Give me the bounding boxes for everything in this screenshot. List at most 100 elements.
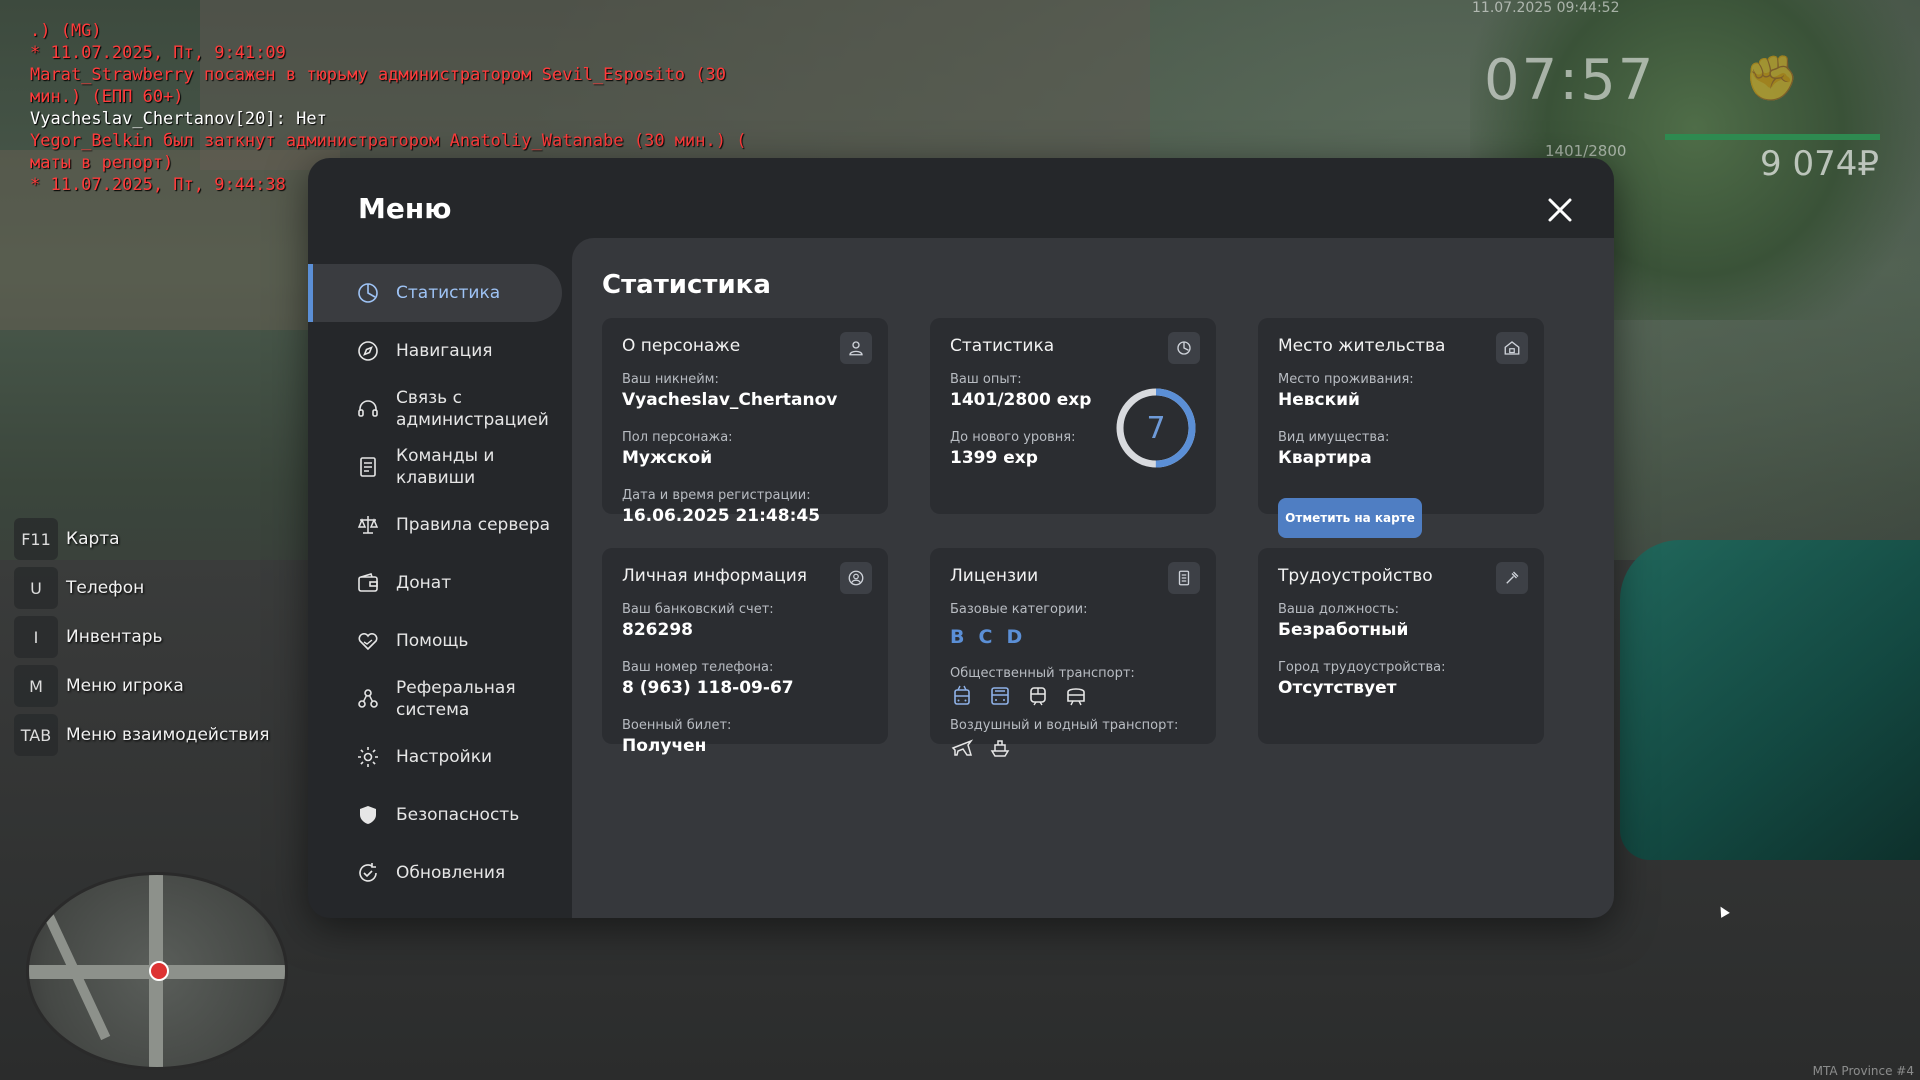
next-level-value: 1399 exp <box>950 448 1038 468</box>
card-stats: Статистика Ваш опыт: 1401/2800 exp До но… <box>930 318 1216 514</box>
menu-window: Меню Статистика Навигация Связь с админи… <box>308 158 1614 918</box>
public-transport-label: Общественный транспорт: <box>950 666 1135 681</box>
sidebar-item-referral[interactable]: Реферальная система <box>308 670 562 728</box>
player-blip-icon <box>149 961 169 981</box>
sidebar-item-security[interactable]: Безопасность <box>308 786 562 844</box>
key-label: Инвентарь <box>66 627 163 647</box>
nickname-label: Ваш никнейм: <box>622 372 719 387</box>
gender-value: Мужской <box>622 448 713 468</box>
card-licenses: Лицензии Базовые категории: B C D Общест… <box>930 548 1216 757</box>
nickname-value: Vyacheslav_Chertanov <box>622 390 838 410</box>
phone-label: Ваш номер телефона: <box>622 660 774 675</box>
hud-money: 9 074₽ <box>1760 144 1879 184</box>
sidebar: Статистика Навигация Связь с администрац… <box>308 264 562 902</box>
base-categories-label: Базовые категории: <box>950 602 1088 617</box>
tram-icon <box>1026 684 1050 708</box>
key-hint-inventory: I Инвентарь <box>14 616 270 658</box>
card-title: Лицензии <box>950 566 1039 586</box>
sidebar-item-admin-contact[interactable]: Связь с администрацией <box>308 380 562 438</box>
chat-line: Vyacheslav_Chertanov[20]: Нет <box>30 109 327 129</box>
shield-icon <box>356 803 380 827</box>
key-cap: TAB <box>14 714 58 756</box>
license-category-d: D <box>1006 626 1023 648</box>
exp-value: 1401/2800 exp <box>950 390 1092 410</box>
phone-value: 8 (963) 118-09-67 <box>622 678 794 698</box>
exp-label: Ваш опыт: <box>950 372 1022 387</box>
fist-icon: ✊ <box>1744 53 1799 104</box>
refresh-icon <box>356 861 380 885</box>
bus-icon <box>988 684 1012 708</box>
registration-value: 16.06.2025 21:48:45 <box>622 506 821 526</box>
house-icon <box>1496 332 1528 364</box>
sidebar-item-updates[interactable]: Обновления <box>308 844 562 902</box>
headset-icon <box>356 397 380 421</box>
gear-icon <box>356 745 380 769</box>
key-hint-map: F11 Карта <box>14 518 270 560</box>
statistics-icon <box>356 281 380 305</box>
sidebar-item-help[interactable]: Помощь <box>308 612 562 670</box>
property-type-label: Вид имущества: <box>1278 430 1390 445</box>
card-residence: Место жительства Место проживания: Невск… <box>1258 318 1544 538</box>
profile-circle-icon <box>840 562 872 594</box>
sidebar-item-label: Связь с администрацией <box>396 388 549 430</box>
license-categories: B C D <box>950 626 1022 648</box>
mark-on-map-button[interactable]: Отметить на карте <box>1278 498 1422 538</box>
close-button[interactable] <box>1542 192 1578 228</box>
background-car <box>1620 540 1920 860</box>
military-id-value: Получен <box>622 736 707 756</box>
heart-hand-icon <box>356 629 380 653</box>
bank-account-label: Ваш банковский счет: <box>622 602 774 617</box>
position-label: Ваша должность: <box>1278 602 1400 617</box>
statistics-icon <box>1168 332 1200 364</box>
chat-line: * 11.07.2025, Пт, 9:41:09 <box>30 43 286 63</box>
key-label: Карта <box>66 529 120 549</box>
card-character: О персонаже Ваш никнейм: Vyacheslav_Cher… <box>602 318 888 526</box>
referral-icon <box>356 687 380 711</box>
metro-icon <box>1064 684 1088 708</box>
card-employment: Трудоустройство Ваша должность: Безработ… <box>1258 548 1544 744</box>
card-title: Место жительства <box>1278 336 1446 356</box>
key-label: Меню взаимодействия <box>66 725 270 745</box>
air-water-transport-label: Воздушный и водный транспорт: <box>950 718 1179 733</box>
key-hint-interaction-menu: TAB Меню взаимодействия <box>14 714 270 756</box>
sidebar-item-settings[interactable]: Настройки <box>308 728 562 786</box>
key-label: Телефон <box>66 578 145 598</box>
health-bar <box>1665 134 1880 140</box>
sidebar-item-statistics[interactable]: Статистика <box>308 264 562 322</box>
sidebar-item-label: Статистика <box>396 283 501 303</box>
hammer-icon <box>1496 562 1528 594</box>
user-icon <box>840 332 872 364</box>
license-category-b: B <box>950 626 965 648</box>
trolleybus-icon <box>950 684 974 708</box>
hud-time: 07:57 <box>1484 48 1656 113</box>
airplane-icon <box>950 736 974 760</box>
air-water-transport-icons <box>950 736 1012 760</box>
boat-icon <box>988 736 1012 760</box>
sidebar-item-label: Помощь <box>396 631 469 651</box>
server-watermark: MTA Province #4 <box>1812 1064 1914 1078</box>
sidebar-item-rules[interactable]: Правила сервера <box>308 496 562 554</box>
key-cap: F11 <box>14 518 58 560</box>
bank-account-value: 826298 <box>622 620 693 640</box>
key-hint-phone: U Телефон <box>14 567 270 609</box>
key-hints: F11 Карта U Телефон I Инвентарь M Меню и… <box>14 518 270 763</box>
key-cap: M <box>14 665 58 707</box>
sidebar-item-label: Команды и клавиши <box>396 446 495 488</box>
card-title: Личная информация <box>622 566 808 586</box>
sidebar-item-label: Реферальная система <box>396 678 516 720</box>
employment-city-value: Отсутствует <box>1278 678 1397 698</box>
sidebar-item-label: Безопасность <box>396 805 520 825</box>
level-number: 7 <box>1146 410 1166 446</box>
public-transport-icons <box>950 684 1088 708</box>
sidebar-item-navigation[interactable]: Навигация <box>308 322 562 380</box>
minimap[interactable] <box>26 872 288 1070</box>
license-card-icon <box>1168 562 1200 594</box>
key-label: Меню игрока <box>66 676 184 696</box>
sidebar-item-commands[interactable]: Команды и клавиши <box>308 438 562 496</box>
registration-label: Дата и время регистрации: <box>622 488 811 503</box>
gender-label: Пол персонажа: <box>622 430 733 445</box>
next-level-label: До нового уровня: <box>950 430 1076 445</box>
property-type-value: Квартира <box>1278 448 1372 468</box>
sidebar-item-label: Обновления <box>396 863 506 883</box>
sidebar-item-donate[interactable]: Донат <box>308 554 562 612</box>
